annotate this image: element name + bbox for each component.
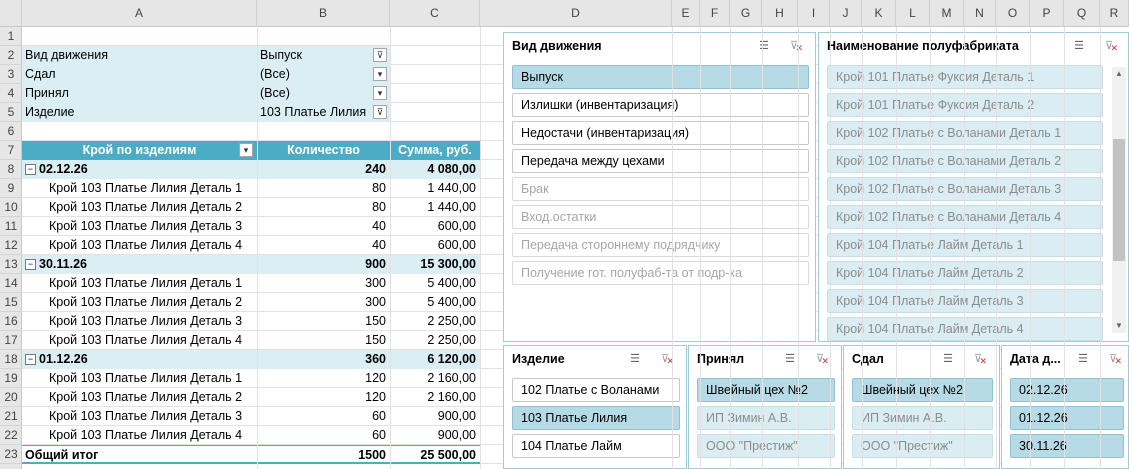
slicer-title: Вид движения <box>512 39 602 53</box>
scroll-down-icon[interactable]: ▼ <box>1112 319 1126 333</box>
slicer-title: Наименование полуфабриката <box>827 39 1019 53</box>
clear-filter-icon[interactable]: ⊽ ✕ <box>811 351 829 367</box>
slicer-title: Дата д... <box>1010 352 1061 366</box>
column-gridline <box>730 27 731 469</box>
slicer-item[interactable]: 102 Платье с Воланами <box>512 378 680 402</box>
slicer-title: Изделие <box>512 352 565 366</box>
slicer-item[interactable]: ИП Зимин А.В. <box>697 406 835 430</box>
slicer-item[interactable]: Недостачи (инвентаризация) <box>512 121 809 145</box>
column-gridline <box>390 27 391 469</box>
slicer-item[interactable]: 104 Платье Лайм <box>512 434 680 458</box>
slicer-item[interactable]: Крой 104 Платье Лайм Деталь 1 <box>827 233 1103 257</box>
slicer-item[interactable]: Вход.остатки <box>512 205 809 229</box>
multi-select-icon[interactable]: ☰ <box>626 351 644 367</box>
column-gridline <box>700 27 701 469</box>
scrollbar[interactable]: ▲ ▼ <box>1112 67 1126 333</box>
slicer-item[interactable]: Крой 102 Платье с Воланами Деталь 1 <box>827 121 1103 145</box>
column-gridline <box>896 27 897 469</box>
multi-select-icon[interactable]: ☰ <box>939 351 957 367</box>
slicer-item[interactable]: 103 Платье Лилия <box>512 406 680 430</box>
scroll-up-icon[interactable]: ▲ <box>1112 67 1126 81</box>
multi-select-icon[interactable]: ☰ <box>755 38 773 54</box>
column-gridline <box>930 27 931 469</box>
scrollbar-thumb[interactable] <box>1113 139 1125 261</box>
column-gridline <box>762 27 763 469</box>
slicer-item[interactable]: Передача стороннему подрядчику <box>512 233 809 257</box>
slicer-item[interactable]: Брак <box>512 177 809 201</box>
slicer-movement[interactable]: Вид движения ☰ ⊽ ✕ Выпуск Излишки (инвентариз… <box>503 32 816 342</box>
column-gridline <box>798 27 799 469</box>
slicer-semifinished[interactable]: Наименование полуфабриката ☰ ⊽ ✕ Крой 101 Пл… <box>818 32 1129 342</box>
slicer-item[interactable]: ООО "Престиж" <box>697 434 835 458</box>
slicer-handed[interactable]: Сдал ☰ ⊽ ✕ Швейный цех №2 ИП Зимин А.В. ООО "П… <box>843 345 1000 469</box>
slicer-item[interactable]: Крой 104 Платье Лайм Деталь 2 <box>827 261 1103 285</box>
column-gridline <box>1064 27 1065 469</box>
column-gridline <box>257 27 258 469</box>
slicer-item[interactable]: Крой 102 Платье с Воланами Деталь 4 <box>827 205 1103 229</box>
clear-filter-icon[interactable]: ⊽ ✕ <box>1100 38 1118 54</box>
slicer-product[interactable]: Изделие ☰ ⊽ ✕ 102 Платье с Воланами 103 Плать… <box>503 345 687 469</box>
slicer-date[interactable]: Дата д... ☰ ⊽ ✕ 02.12.26 01.12.26 30.11.26 <box>1001 345 1129 469</box>
slicer-title: Сдал <box>852 352 884 366</box>
column-gridline <box>964 27 965 469</box>
slicer-received[interactable]: Принял ☰ ⊽ ✕ Швейный цех №2 ИП Зимин А.В. ООО … <box>688 345 842 469</box>
multi-select-icon[interactable]: ☰ <box>1070 38 1088 54</box>
slicer-item[interactable]: 01.12.26 <box>1010 406 1124 430</box>
slicer-item[interactable]: Крой 104 Платье Лайм Деталь 3 <box>827 289 1103 313</box>
slicer-item[interactable]: Крой 102 Платье с Воланами Деталь 2 <box>827 149 1103 173</box>
slicer-item[interactable]: ООО "Престиж" <box>852 434 993 458</box>
slicer-item[interactable]: 02.12.26 <box>1010 378 1124 402</box>
column-gridline <box>996 27 997 469</box>
slicer-item[interactable]: Крой 102 Платье с Воланами Деталь 3 <box>827 177 1103 201</box>
slicer-item[interactable]: Швейный цех №2 <box>697 378 835 402</box>
clear-filter-icon[interactable]: ⊽ ✕ <box>785 38 803 54</box>
column-gridline <box>830 27 831 469</box>
slicer-item[interactable]: Получение гот. полуфаб-та от подр-ка <box>512 261 809 285</box>
slicer-layer: Вид движения ☰ ⊽ ✕ Выпуск Излишки (инвентариз… <box>0 0 1129 469</box>
column-gridline <box>1030 27 1031 469</box>
slicer-item[interactable]: Крой 101 Платье Фуксия Деталь 1 <box>827 65 1103 89</box>
slicer-item[interactable]: Крой 101 Платье Фуксия Деталь 2 <box>827 93 1103 117</box>
slicer-item[interactable]: Крой 104 Платье Лайм Деталь 4 <box>827 317 1103 341</box>
slicer-item[interactable]: Швейный цех №2 <box>852 378 993 402</box>
slicer-item[interactable]: Выпуск <box>512 65 809 89</box>
column-gridline <box>1100 27 1101 469</box>
multi-select-icon[interactable]: ☰ <box>781 351 799 367</box>
slicer-item[interactable]: Передача между цехами <box>512 149 809 173</box>
column-gridline <box>480 27 481 469</box>
slicer-item[interactable]: Излишки (инвентаризация) <box>512 93 809 117</box>
multi-select-icon[interactable]: ☰ <box>1074 351 1092 367</box>
clear-filter-icon[interactable]: ⊽ ✕ <box>969 351 987 367</box>
slicer-item[interactable]: ИП Зимин А.В. <box>852 406 993 430</box>
clear-filter-icon[interactable]: ⊽ ✕ <box>1104 351 1122 367</box>
column-gridline <box>862 27 863 469</box>
slicer-title: Принял <box>697 352 745 366</box>
column-gridline <box>672 27 673 469</box>
slicer-item[interactable]: 30.11.26 <box>1010 434 1124 458</box>
